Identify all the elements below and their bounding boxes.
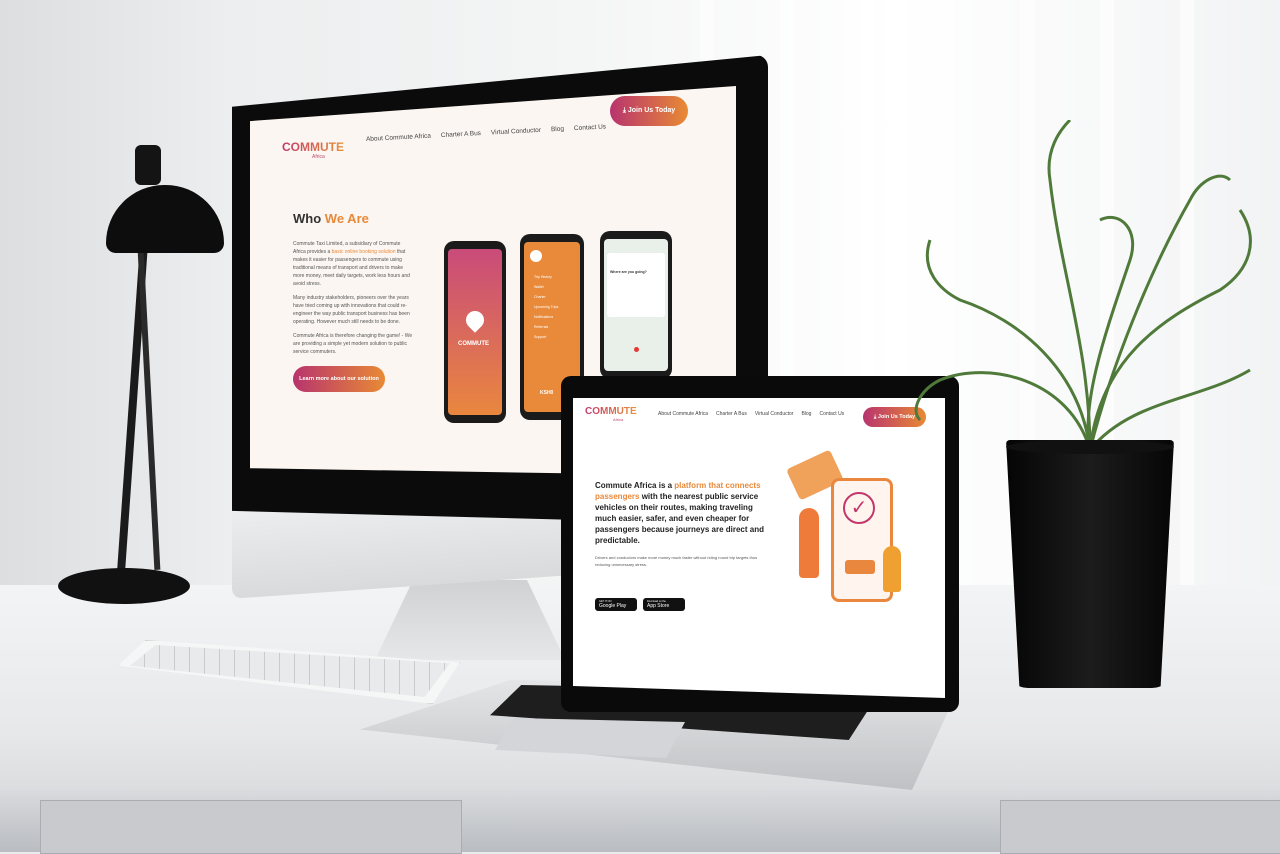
who-we-are-section: Who We Are Commute Taxi Limited, a subsi… [293,211,413,392]
nav-contact[interactable]: Contact Us [574,123,606,132]
menu-support[interactable]: Support [534,332,580,342]
nav-charter[interactable]: Charter A Bus [441,130,481,139]
map-pin-icon [634,347,639,352]
hero-subtext: Drivers and conductors make more money m… [595,555,758,567]
menu-wallet[interactable]: Wallet [534,282,580,292]
google-play-badge[interactable]: GET IT ON Google Play [595,598,637,611]
learn-more-button[interactable]: Learn more about our solution [293,366,385,392]
logo-text: COMMUTE [282,140,344,154]
menu-upcoming[interactable]: Upcoming Trips [534,302,580,312]
paragraph-1: Commute Taxi Limited, a subsidiary of Co… [293,240,413,288]
phone-map: Where are you going? [600,231,672,379]
paragraph-3: Commute Africa is therefore changing the… [293,333,413,355]
nav-charter[interactable]: Charter A Bus [716,411,747,417]
laptop-nav: About Commute Africa Charter A Bus Virtu… [658,411,844,417]
heading-accent: We Are [324,211,369,226]
splash-screen: COMMUTE [448,249,502,415]
logo-subtext: Africa [613,417,624,422]
nav-about[interactable]: About Commute Africa [658,411,708,417]
hero-illustration: ✓ [783,448,943,628]
where-prompt: Where are you going? [610,270,647,274]
desk-drawer [40,800,462,854]
person-left [799,508,819,578]
desk-drawer [1000,800,1280,854]
lamp-base [58,568,190,604]
nav-blog[interactable]: Blog [551,126,564,134]
nav-virtual-conductor[interactable]: Virtual Conductor [491,127,541,137]
phone-splash: COMMUTE [444,241,506,423]
nav-virtual-conductor[interactable]: Virtual Conductor [755,411,794,417]
profile-avatar [530,250,542,262]
hero-section: Commute Africa is a platform that connec… [595,480,767,611]
logo-subtext: Africa [312,154,325,160]
menu-referrals[interactable]: Referrals [534,322,580,332]
store-badges: GET IT ON Google Play Download on the Ap… [595,598,767,611]
plant-pot-rim [1006,440,1174,454]
person-right [883,546,901,592]
lamp-joint [135,145,161,185]
heading-plain: Who [293,211,322,226]
laptop-logo[interactable]: COMMUTE Africa [585,406,637,422]
hero-text-a: Commute Africa is a [595,481,673,490]
menu-charter[interactable]: Charter [534,292,580,302]
desktop-logo[interactable]: COMMUTE Africa [282,140,344,160]
menu-notifications[interactable]: Notifications [534,312,580,322]
menu-list: Trip History Wallet Charter Upcoming Tri… [524,272,580,342]
where-card: Where are you going? [607,253,665,317]
plant-stems [914,120,1252,451]
section-heading: Who We Are [293,211,413,226]
plant-pot [1006,440,1174,688]
nav-contact[interactable]: Contact Us [819,411,844,417]
join-button[interactable]: ⤓ Join Us Today [610,96,688,126]
nav-blog[interactable]: Blog [801,411,811,417]
app-store-label: App Store [647,603,670,609]
nav-about[interactable]: About Commute Africa [366,133,431,143]
paragraph-2: Many industry stakeholders, pioneers ove… [293,295,410,325]
balance-value: KSH0 [540,390,554,396]
laptop-screen: COMMUTE Africa About Commute Africa Char… [573,398,945,698]
google-play-label: Google Play [599,603,627,609]
checkmark-icon: ✓ [843,492,875,524]
desktop-nav: About Commute Africa Charter A Bus Virtu… [366,123,606,143]
logo-text: COMMUTE [585,406,637,417]
menu-trip-history[interactable]: Trip History [534,272,580,282]
app-store-badge[interactable]: Download on the App Store [643,598,685,611]
splash-logo: COMMUTE [458,341,489,347]
location-pin-icon [462,307,488,333]
hero-text: Commute Africa is a platform that connec… [595,480,767,546]
join-label: Join Us Today [627,107,676,114]
para1-link[interactable]: basic online booking solution [332,249,396,255]
map-screen: Where are you going? [604,239,668,371]
desktop-header: COMMUTE Africa About Commute Africa Char… [250,96,736,166]
bus-icon [845,560,875,574]
